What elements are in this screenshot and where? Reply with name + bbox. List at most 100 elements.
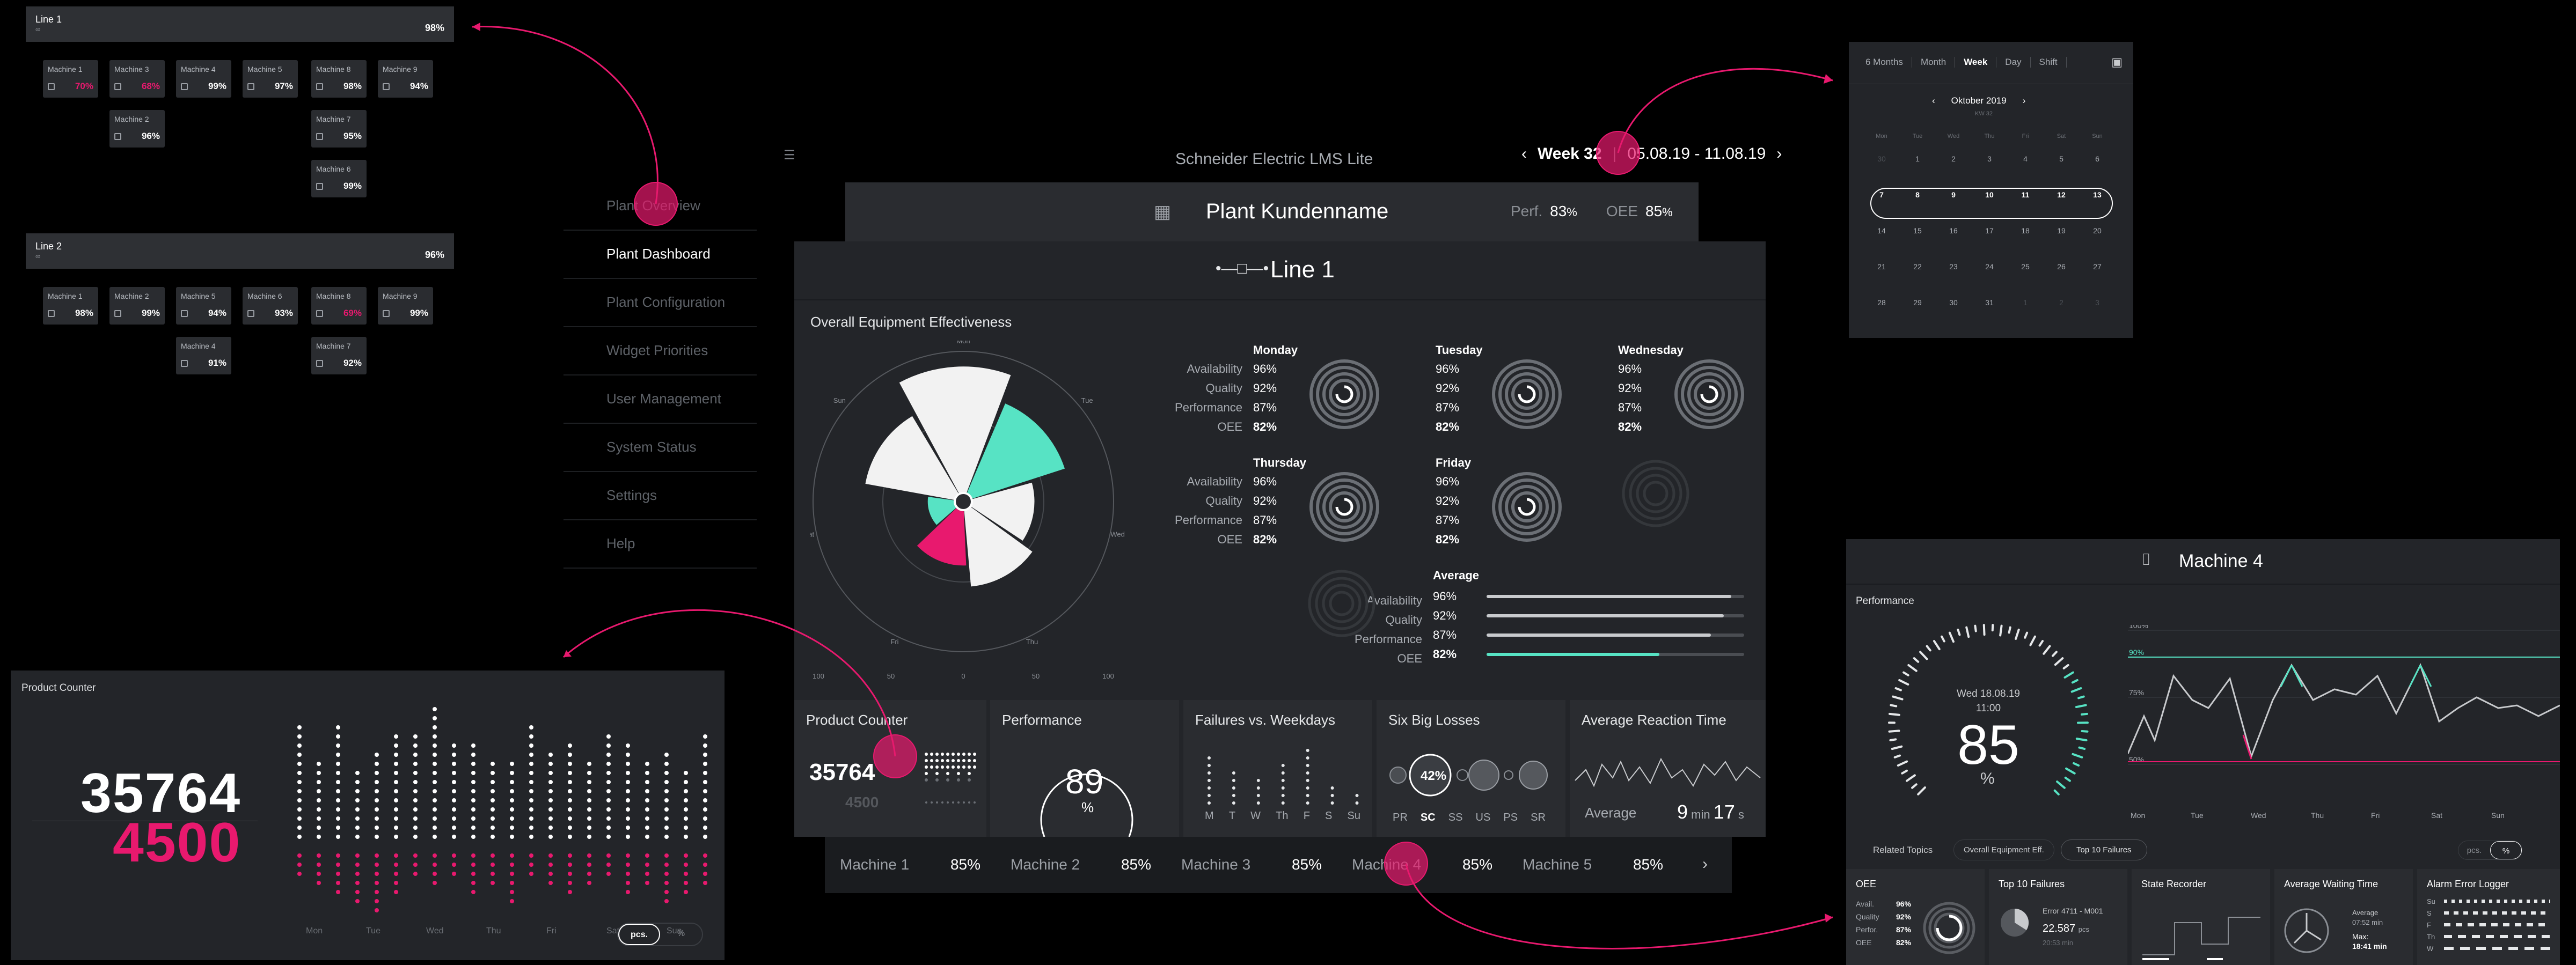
- machine-tab-2[interactable]: Machine 2 85%: [996, 837, 1166, 893]
- calendar-tab-6-months[interactable]: 6 Months: [1857, 57, 1912, 68]
- calendar-day[interactable]: 3: [1972, 154, 2007, 163]
- calendar-tab-day[interactable]: Day: [1996, 57, 2031, 68]
- machine4-unit-toggle[interactable]: pcs. %: [2458, 841, 2522, 860]
- tile-performance[interactable]: Performance 89 %: [990, 700, 1179, 837]
- calendar-day[interactable]: 6: [2080, 154, 2115, 163]
- calendar-day[interactable]: 27: [2080, 262, 2115, 271]
- calendar-day[interactable]: 28: [1864, 298, 1899, 307]
- calendar-day[interactable]: 10: [1972, 190, 2007, 199]
- overview.line1-machine-card[interactable]: Machine 5 97%: [243, 60, 298, 98]
- calendar-day[interactable]: 1: [2008, 298, 2043, 307]
- mini-top-failures[interactable]: Top 10 Failures Error 4711 - M001 22.587…: [1989, 869, 2127, 965]
- machine-tab-4[interactable]: Machine 4 85%: [1337, 837, 1507, 893]
- nav-system-status[interactable]: System Status: [564, 424, 757, 472]
- overview.line1-machine-card[interactable]: Machine 1 70%: [43, 60, 98, 98]
- calendar-day[interactable]: 11: [2008, 190, 2043, 199]
- nav-user-management[interactable]: User Management: [564, 375, 757, 424]
- calendar-day[interactable]: 9: [1936, 190, 1971, 199]
- machine-card-checkbox[interactable]: [181, 83, 188, 90]
- calendar-tab-week[interactable]: Week: [1955, 57, 1997, 68]
- line1-header[interactable]: Line 1 ∞ 98%: [26, 6, 454, 42]
- overview.line1-machine-card[interactable]: Machine 3 68%: [109, 60, 165, 98]
- calendar-day[interactable]: 16: [1936, 226, 1971, 235]
- machine-card-checkbox[interactable]: [316, 182, 323, 190]
- machine-card-checkbox[interactable]: [316, 359, 323, 367]
- overview.line2-machine-card[interactable]: Machine 2 99%: [109, 287, 165, 325]
- machine-card-checkbox[interactable]: [114, 310, 121, 317]
- calendar-day[interactable]: 8: [1900, 190, 1935, 199]
- overview.line1-machine-card[interactable]: Machine 6 99%: [311, 160, 367, 197]
- unit-toggle[interactable]: pcs. %: [617, 923, 703, 946]
- machine-tab-5[interactable]: Machine 5 85%: [1507, 837, 1678, 893]
- calendar-day[interactable]: 30: [1864, 154, 1899, 163]
- next-week-icon[interactable]: ›: [1776, 145, 1782, 163]
- week-selector[interactable]: ‹ Week 32 | 05.08.19 - 11.08.19 ›: [1521, 145, 1782, 163]
- calendar-day[interactable]: 14: [1864, 226, 1899, 235]
- menu-icon[interactable]: ☰: [784, 148, 795, 163]
- toggle-pcs[interactable]: pcs.: [618, 924, 661, 945]
- calendar-day[interactable]: 2: [1936, 154, 1971, 163]
- machine-tab-3[interactable]: Machine 3 85%: [1166, 837, 1337, 893]
- calendar-day[interactable]: 13: [2080, 190, 2115, 199]
- nav-plant-configuration[interactable]: Plant Configuration: [564, 279, 757, 327]
- line2-header[interactable]: Line 2 ∞ 96%: [26, 233, 454, 269]
- tile-six-big-losses[interactable]: Six Big Losses 42% PR SC SS US PS SR: [1377, 700, 1565, 837]
- calendar-day[interactable]: 18: [2008, 226, 2043, 235]
- next-month-icon[interactable]: ›: [2023, 95, 2026, 106]
- overview.line2-machine-card[interactable]: Machine 1 98%: [43, 287, 98, 325]
- overview.line1-machine-card[interactable]: Machine 4 99%: [176, 60, 231, 98]
- machine-card-checkbox[interactable]: [316, 83, 323, 90]
- calendar-day[interactable]: 19: [2044, 226, 2079, 235]
- tile-product-counter[interactable]: Product Counter 35764 4500: [794, 700, 986, 837]
- calendar-day[interactable]: 21: [1864, 262, 1899, 271]
- calendar-icon[interactable]: ▣: [2111, 55, 2123, 69]
- calendar-day[interactable]: 29: [1900, 298, 1935, 307]
- calendar-tab-shift[interactable]: Shift: [2031, 57, 2067, 68]
- nav-plant-dashboard[interactable]: Plant Dashboard: [564, 231, 757, 279]
- overview.line2-machine-card[interactable]: Machine 7 92%: [311, 337, 367, 374]
- calendar-tab-month[interactable]: Month: [1912, 57, 1956, 68]
- machine-card-checkbox[interactable]: [114, 132, 121, 140]
- machine-card-checkbox[interactable]: [247, 83, 254, 90]
- calendar-day[interactable]: 22: [1900, 262, 1935, 271]
- machine-card-checkbox[interactable]: [181, 310, 188, 317]
- machine-tab-1[interactable]: Machine 1 85%: [825, 837, 996, 893]
- calendar-day[interactable]: 15: [1900, 226, 1935, 235]
- overview.line2-machine-card[interactable]: Machine 4 91%: [176, 337, 231, 374]
- machine-card-checkbox[interactable]: [48, 83, 55, 90]
- calendar-day[interactable]: 20: [2080, 226, 2115, 235]
- calendar-day[interactable]: 7: [1864, 190, 1899, 199]
- tile-reaction-time[interactable]: Average Reaction Time Average 9 min 17 s: [1570, 700, 1766, 837]
- toggle-percent[interactable]: %: [660, 924, 702, 945]
- overview.line1-machine-card[interactable]: Machine 9 94%: [378, 60, 433, 98]
- calendar-day[interactable]: 1: [1900, 154, 1935, 163]
- prev-week-icon[interactable]: ‹: [1521, 145, 1527, 163]
- calendar-day[interactable]: 31: [1972, 298, 2007, 307]
- calendar-day[interactable]: 25: [2008, 262, 2043, 271]
- machine-card-checkbox[interactable]: [114, 83, 121, 90]
- overview.line2-machine-card[interactable]: Machine 6 93%: [243, 287, 298, 325]
- mini-state-recorder[interactable]: State Recorder: [2132, 869, 2270, 965]
- calendar-day[interactable]: 30: [1936, 298, 1971, 307]
- mini-waiting-time[interactable]: Average Waiting Time Average 07:52 min M…: [2274, 869, 2413, 965]
- machine-tabs-next-icon[interactable]: ›: [1678, 837, 1732, 893]
- calendar-day[interactable]: 5: [2044, 154, 2079, 163]
- mini-alarm-logger[interactable]: Alarm Error Logger Su S F Th W: [2417, 869, 2560, 965]
- machine-card-checkbox[interactable]: [316, 132, 323, 140]
- calendar-day[interactable]: 23: [1936, 262, 1971, 271]
- calendar-day[interactable]: 17: [1972, 226, 2007, 235]
- related-failures-pill[interactable]: Top 10 Failures: [2061, 839, 2147, 860]
- nav-help[interactable]: Help: [564, 520, 757, 569]
- m4-toggle-pcs[interactable]: pcs.: [2458, 841, 2490, 859]
- machine-card-checkbox[interactable]: [48, 310, 55, 317]
- nav-plant-overview[interactable]: Plant Overview: [564, 182, 757, 231]
- machine-card-checkbox[interactable]: [383, 310, 390, 317]
- overview.line2-machine-card[interactable]: Machine 9 99%: [378, 287, 433, 325]
- calendar-day[interactable]: 12: [2044, 190, 2079, 199]
- m4-toggle-percent[interactable]: %: [2490, 841, 2522, 859]
- machine-card-checkbox[interactable]: [316, 310, 323, 317]
- calendar-day[interactable]: 26: [2044, 262, 2079, 271]
- calendar-day[interactable]: 24: [1972, 262, 2007, 271]
- prev-month-icon[interactable]: ‹: [1932, 95, 1935, 106]
- machine-card-checkbox[interactable]: [247, 310, 254, 317]
